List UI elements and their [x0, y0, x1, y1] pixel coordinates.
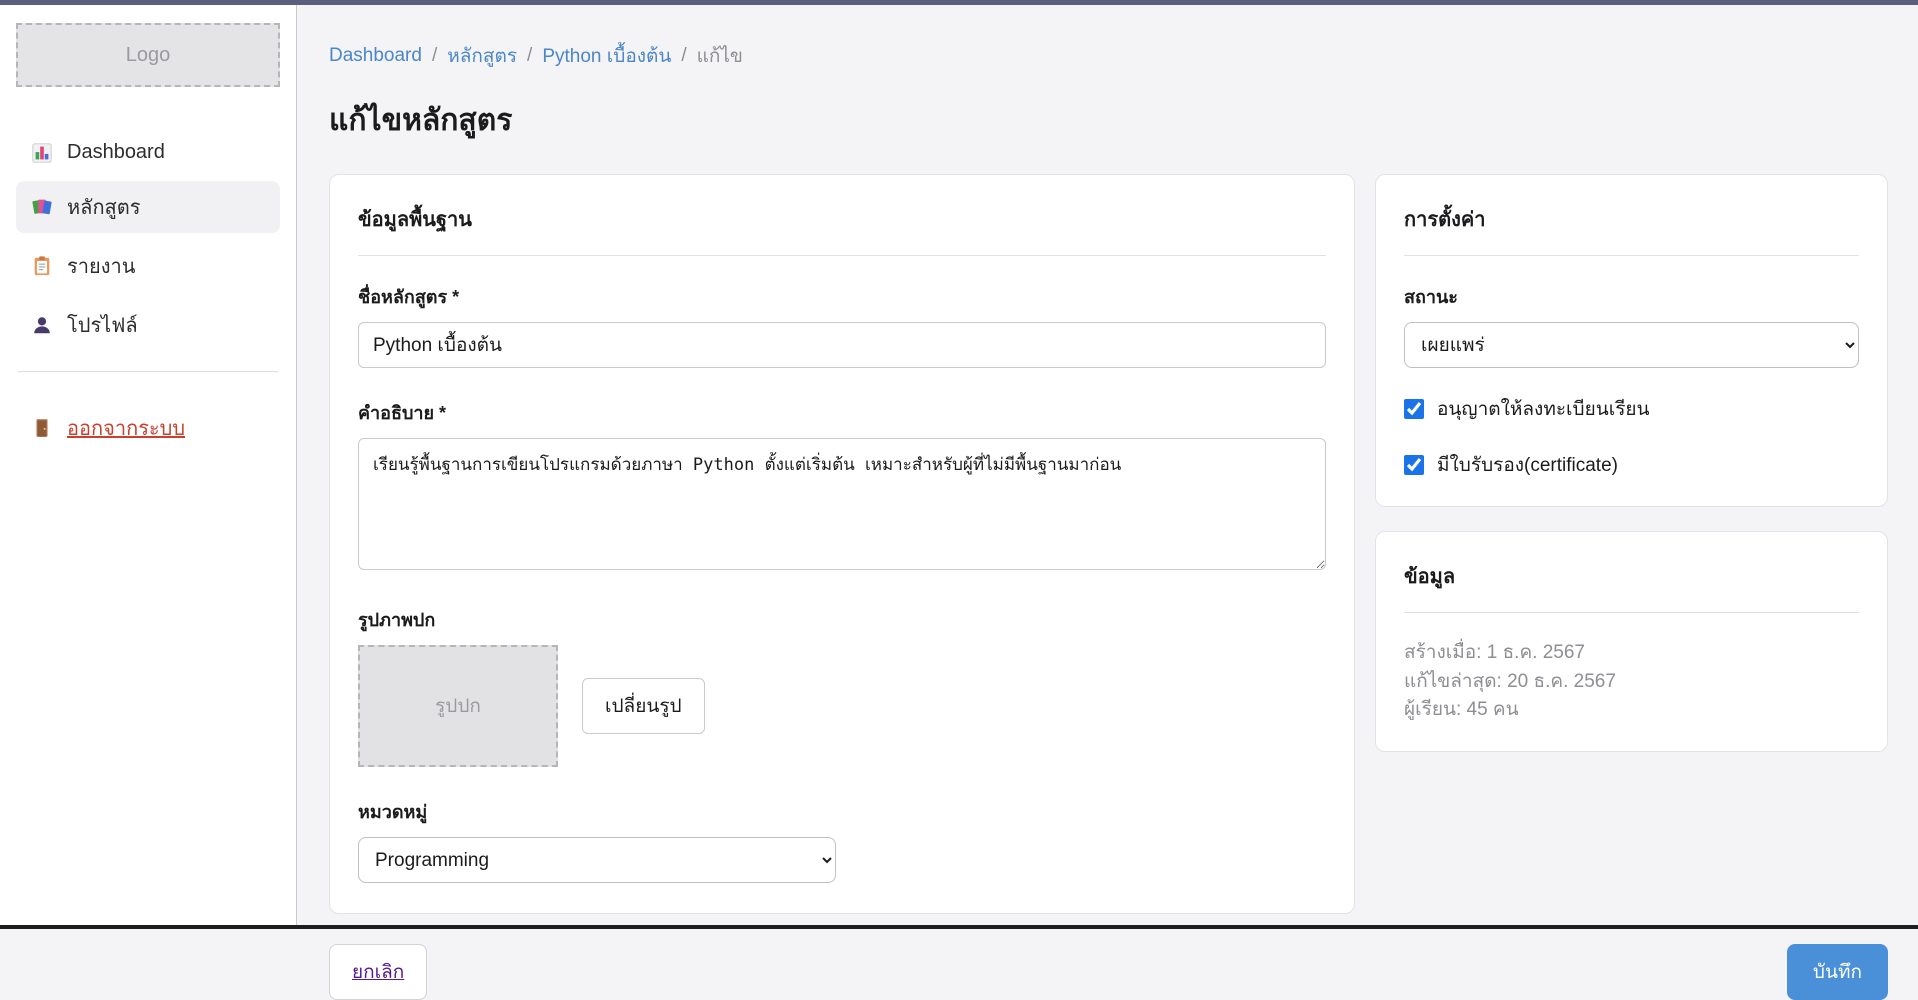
card-divider	[1404, 612, 1859, 613]
breadcrumb-link-courses[interactable]: หลักสูตร	[447, 41, 517, 71]
breadcrumb-separator: /	[527, 45, 532, 67]
status-select[interactable]: เผยแพร่	[1404, 322, 1859, 368]
form-actions: ยกเลิก บันทึก	[329, 944, 1888, 1000]
sidebar-item-label: หลักสูตร	[67, 191, 141, 223]
sidebar-item-courses[interactable]: หลักสูตร	[16, 181, 280, 233]
course-name-input[interactable]	[358, 322, 1326, 368]
breadcrumb-current: แก้ไข	[697, 41, 743, 71]
allow-enrollment-label: อนุญาตให้ลงทะเบียนเรียน	[1437, 394, 1650, 424]
breadcrumb-separator: /	[432, 45, 437, 67]
breadcrumb: Dashboard / หลักสูตร / Python เบื้องต้น …	[329, 41, 1888, 71]
certificate-checkbox[interactable]	[1404, 455, 1424, 475]
settings-card: การตั้งค่า สถานะ เผยแพร่ อนุญาตให้ลงทะเบ…	[1375, 174, 1888, 507]
category-field-group: หมวดหมู่ Programming	[358, 797, 1326, 883]
sidebar: Logo Dashboard	[0, 5, 297, 925]
card-divider	[358, 255, 1326, 256]
settings-heading: การตั้งค่า	[1404, 203, 1859, 235]
certificate-label: มีใบรับรอง(certificate)	[1437, 450, 1618, 480]
status-label: สถานะ	[1404, 282, 1859, 311]
basic-info-heading: ข้อมูลพื้นฐาน	[358, 203, 1326, 235]
updated-date-text: แก้ไขล่าสุด: 20 ธ.ค. 2567	[1404, 668, 1859, 697]
app-window: Logo Dashboard	[0, 5, 1918, 925]
course-name-label: ชื่อหลักสูตร *	[358, 282, 1326, 311]
info-card: ข้อมูล สร้างเมื่อ: 1 ธ.ค. 2567 แก้ไขล่าส…	[1375, 531, 1888, 752]
logo: Logo	[16, 23, 280, 87]
save-button[interactable]: บันทึก	[1787, 944, 1888, 1000]
basic-info-card: ข้อมูลพื้นฐาน ชื่อหลักสูตร * คำอธิบาย * …	[329, 174, 1355, 914]
breadcrumb-link-course[interactable]: Python เบื้องต้น	[542, 41, 671, 71]
sidebar-divider	[18, 371, 278, 372]
description-field-group: คำอธิบาย * เรียนรู้พื้นฐานการเขียนโปรแกร…	[358, 398, 1326, 575]
sidebar-item-label: ออกจากระบบ	[67, 412, 185, 444]
description-textarea[interactable]: เรียนรู้พื้นฐานการเขียนโปรแกรมด้วยภาษา P…	[358, 438, 1326, 570]
allow-enrollment-row: อนุญาตให้ลงทะเบียนเรียน	[1404, 394, 1859, 424]
description-label: คำอธิบาย *	[358, 398, 1326, 427]
sidebar-item-dashboard[interactable]: Dashboard	[16, 131, 280, 174]
cancel-button-label: ยกเลิก	[352, 962, 404, 983]
logo-label: Logo	[126, 44, 171, 67]
cover-image-placeholder-text: รูปปก	[435, 691, 481, 721]
main-content: Dashboard / หลักสูตร / Python เบื้องต้น …	[297, 5, 1918, 925]
door-icon	[31, 417, 53, 439]
course-name-field-group: ชื่อหลักสูตร *	[358, 282, 1326, 368]
breadcrumb-link-dashboard[interactable]: Dashboard	[329, 45, 422, 67]
bar-chart-icon	[31, 142, 53, 164]
allow-enrollment-checkbox[interactable]	[1404, 399, 1424, 419]
sidebar-nav: Dashboard หลักสูตร	[16, 131, 280, 454]
page-title: แก้ไขหลักสูตร	[329, 97, 1888, 144]
cover-image-label: รูปภาพปก	[358, 605, 1326, 634]
certificate-row: มีใบรับรอง(certificate)	[1404, 450, 1859, 480]
category-label: หมวดหมู่	[358, 797, 1326, 826]
sidebar-item-profile[interactable]: โปรไฟล์	[16, 299, 280, 351]
person-icon	[31, 314, 53, 336]
category-select[interactable]: Programming	[358, 837, 836, 883]
sidebar-item-logout[interactable]: ออกจากระบบ	[16, 402, 280, 454]
card-divider	[1404, 255, 1859, 256]
cover-image-field-group: รูปภาพปก รูปปก เปลี่ยนรูป	[358, 605, 1326, 767]
student-count-text: ผู้เรียน: 45 คน	[1404, 696, 1859, 725]
info-heading: ข้อมูล	[1404, 560, 1859, 592]
breadcrumb-separator: /	[681, 45, 686, 67]
change-image-button[interactable]: เปลี่ยนรูป	[582, 678, 705, 734]
right-column: การตั้งค่า สถานะ เผยแพร่ อนุญาตให้ลงทะเบ…	[1375, 174, 1888, 752]
created-date-text: สร้างเมื่อ: 1 ธ.ค. 2567	[1404, 639, 1859, 668]
sidebar-item-reports[interactable]: รายงาน	[16, 240, 280, 292]
sidebar-item-label: Dashboard	[67, 141, 165, 164]
cover-image-placeholder: รูปปก	[358, 645, 558, 767]
books-icon	[31, 196, 53, 218]
cancel-button[interactable]: ยกเลิก	[329, 944, 427, 1000]
sidebar-item-label: โปรไฟล์	[67, 309, 138, 341]
sidebar-item-label: รายงาน	[67, 250, 135, 282]
clipboard-icon	[31, 255, 53, 277]
